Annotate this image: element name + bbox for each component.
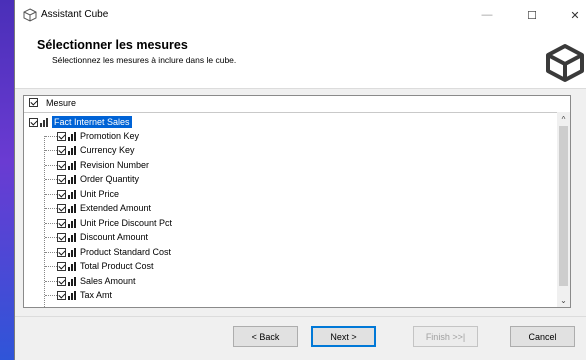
item-checkbox[interactable] [57,276,66,286]
column-header-label: Mesure [46,98,77,108]
measure-icon [68,232,76,242]
item-checkbox[interactable] [57,174,66,184]
measure-icon [68,218,76,228]
wizard-window: Assistant Cube — ☐ ✕ Sélectionner les me… [14,0,586,360]
item-checkbox[interactable] [57,131,66,141]
chevron-up-icon: ^ [561,114,566,124]
chevron-down-icon: ⌄ [560,295,567,305]
item-label: Discount Amount [80,232,149,242]
next-button[interactable]: Next > [311,326,376,347]
close-button[interactable]: ✕ [555,0,586,30]
tree-root-fact-internet-sales[interactable]: Fact Internet Sales [29,115,132,129]
scrollbar-thumb[interactable] [559,126,568,286]
item-checkbox[interactable] [57,218,66,228]
tree-item[interactable]: Unit Price Discount Pct [57,216,172,230]
tree-item[interactable]: Extended Amount [57,201,151,215]
tree-item[interactable]: Sales Amount [57,274,136,288]
item-label: Extended Amount [80,203,152,213]
cube-app-icon [23,8,37,22]
header-checkbox[interactable] [29,98,38,107]
item-checkbox[interactable] [57,290,66,300]
measures-tree[interactable]: Mesure Fact Internet Sales Promotion Key… [23,95,571,308]
measure-icon [68,276,76,286]
item-checkbox[interactable] [57,232,66,242]
window-title: Assistant Cube [41,9,109,20]
root-label: Fact Internet Sales [52,116,132,128]
page-title: Sélectionner les mesures [37,38,188,52]
tree-item[interactable]: Tax Amt [57,288,112,302]
item-checkbox[interactable] [57,189,66,199]
measure-icon [68,290,76,300]
measure-icon [68,145,76,155]
page-subtitle: Sélectionnez les mesures à inclure dans … [52,55,237,65]
tree-item[interactable]: Discount Amount [57,230,148,244]
item-checkbox[interactable] [57,203,66,213]
scroll-up-button[interactable]: ^ [557,112,570,126]
minimize-button[interactable]: — [467,0,507,30]
item-label: Tax Amt [80,290,113,300]
wizard-header: Sélectionner les mesures Sélectionnez le… [15,30,586,89]
back-button[interactable]: < Back [233,326,298,347]
measure-icon [68,189,76,199]
item-label: Order Quantity [80,174,140,184]
item-label: Revision Number [80,160,150,170]
finish-button: Finish >>| [413,326,478,347]
tree-item[interactable]: Unit Price [57,187,119,201]
cube-icon [544,42,586,84]
cancel-button[interactable]: Cancel [510,326,575,347]
measure-icon [68,160,76,170]
measure-icon [68,203,76,213]
item-checkbox[interactable] [57,160,66,170]
item-label: Currency Key [80,145,135,155]
measure-icon [68,131,76,141]
title-bar: Assistant Cube — ☐ ✕ [15,0,586,30]
item-checkbox[interactable] [57,261,66,271]
tree-item[interactable]: Promotion Key [57,129,139,143]
measure-icon [68,247,76,257]
measure-icon [68,174,76,184]
scroll-down-button[interactable]: ⌄ [557,293,570,307]
measure-icon [68,261,76,271]
tree-content: Fact Internet Sales Promotion Key Curren… [24,112,558,307]
tree-item[interactable]: Revision Number [57,158,149,172]
vertical-scrollbar[interactable]: ^ ⌄ [557,112,570,307]
item-checkbox[interactable] [57,247,66,257]
column-header: Mesure [24,96,570,113]
item-label: Total Product Cost [80,261,154,271]
root-checkbox[interactable] [29,117,38,127]
footer-divider [15,316,586,317]
item-label: Promotion Key [80,131,140,141]
tree-item[interactable]: Total Product Cost [57,259,154,273]
item-label: Unit Price Discount Pct [80,218,173,228]
item-checkbox[interactable] [57,145,66,155]
tree-item[interactable]: Currency Key [57,143,135,157]
item-label: Unit Price [80,189,120,199]
tree-item[interactable]: Order Quantity [57,172,139,186]
item-label: Product Standard Cost [80,247,172,257]
minimize-icon: — [481,9,493,21]
close-icon: ✕ [570,9,580,22]
maximize-icon: ☐ [527,9,537,22]
item-label: Sales Amount [80,276,136,286]
tree-item[interactable]: Product Standard Cost [57,245,171,259]
measure-group-icon [40,117,48,127]
maximize-button[interactable]: ☐ [512,0,552,30]
